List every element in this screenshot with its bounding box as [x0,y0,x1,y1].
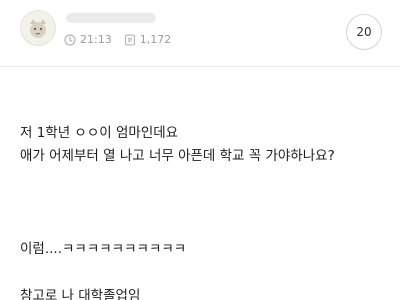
post-time: 21:13 [64,33,112,46]
post-page: 21:13 1,172 20 저 1학년 ㅇㅇ이 엄마인데요 애가 어제부터 열… [0,0,400,300]
post-body-line-3: 이럼....ㅋㅋㅋㅋㅋㅋㅋㅋㅋㅋ [20,241,187,257]
document-icon [124,34,136,46]
clock-icon [64,33,76,46]
post-body-line-1: 저 1학년 ㅇㅇ이 엄마인데요 [20,125,179,141]
avatar-image [21,11,55,45]
post-meta: 21:13 1,172 [64,33,171,46]
post-views: 1,172 [124,33,172,46]
author-name-blurred [66,13,156,23]
header-divider [0,66,400,67]
post-time-text: 21:13 [80,33,112,46]
post-body-line-4: 참고로 나 대학졸업임 [20,288,141,300]
post-body-line-2: 애가 어제부터 열 나고 너무 아픈데 학교 꼭 가야하나요? [20,148,335,164]
comment-count-text: 20 [356,25,372,39]
post-views-text: 1,172 [139,33,172,46]
author-avatar[interactable] [20,10,56,46]
comment-count-button[interactable]: 20 [346,14,382,50]
